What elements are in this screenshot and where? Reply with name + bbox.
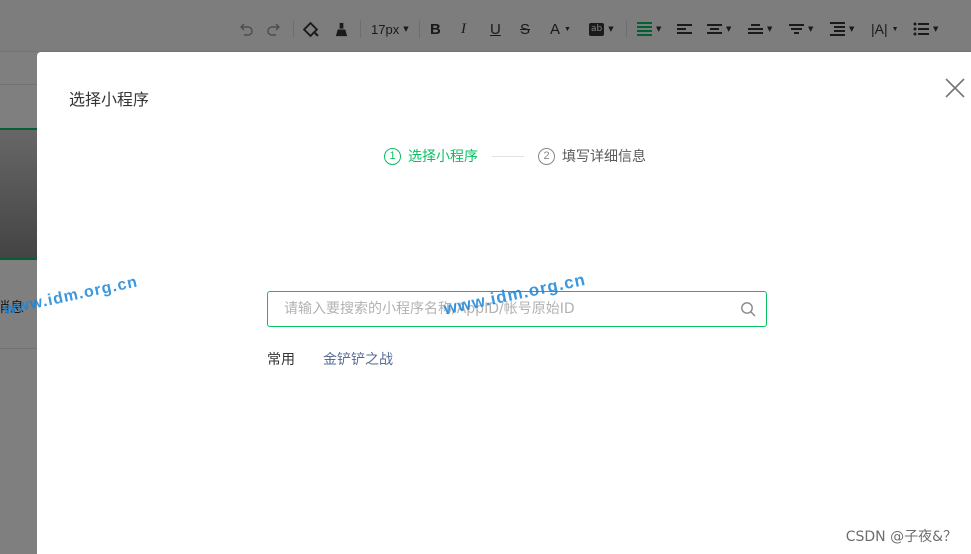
step-number: 1 xyxy=(384,147,401,165)
close-button[interactable] xyxy=(943,76,967,100)
step-2: 2 填写详细信息 xyxy=(538,146,646,166)
step-1: 1 选择小程序 xyxy=(384,146,478,166)
recent-label: 常用 xyxy=(267,352,295,368)
recent-list: 常用 金铲铲之战 xyxy=(267,349,393,369)
step-number: 2 xyxy=(538,147,555,165)
step-label: 选择小程序 xyxy=(408,149,478,165)
credit-watermark: CSDN @子夜&？ xyxy=(845,529,957,545)
close-icon xyxy=(945,78,965,98)
recent-item[interactable]: 金铲铲之战 xyxy=(323,349,393,369)
step-label: 填写详细信息 xyxy=(562,149,646,165)
dialog-title: 选择小程序 xyxy=(69,90,150,109)
search-icon[interactable] xyxy=(740,301,756,317)
step-indicator: 1 选择小程序 2 填写详细信息 xyxy=(384,145,646,167)
step-connector xyxy=(492,155,524,157)
